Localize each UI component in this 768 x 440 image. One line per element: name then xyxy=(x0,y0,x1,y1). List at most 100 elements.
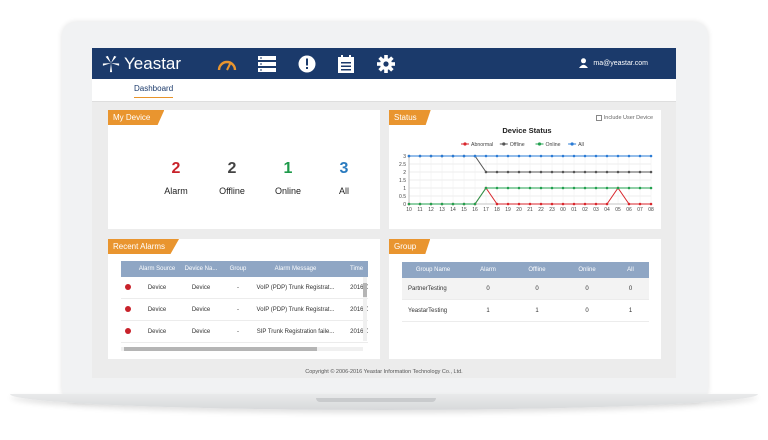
legend-item-offline[interactable]: Offline xyxy=(499,142,525,148)
data-point[interactable] xyxy=(583,154,587,158)
data-point[interactable] xyxy=(418,154,422,158)
column-header[interactable]: Device Na... xyxy=(179,261,223,277)
data-point[interactable] xyxy=(561,186,565,190)
data-point[interactable] xyxy=(440,154,444,158)
data-point[interactable] xyxy=(462,202,466,206)
stat-all[interactable]: 3 All xyxy=(319,160,369,196)
data-point[interactable] xyxy=(583,186,587,190)
legend-item-online[interactable]: Online xyxy=(535,142,561,148)
column-header[interactable]: Alarm Source xyxy=(135,261,179,277)
data-point[interactable] xyxy=(572,170,576,174)
table-row[interactable]: Device Device - SIP Trunk Registration f… xyxy=(121,320,368,343)
data-point[interactable] xyxy=(649,170,653,174)
calendar-icon[interactable] xyxy=(336,54,356,74)
stat-alarm[interactable]: 2 Alarm xyxy=(151,160,201,196)
data-point[interactable] xyxy=(418,202,422,206)
data-point[interactable] xyxy=(638,186,642,190)
data-point[interactable] xyxy=(594,202,598,206)
horizontal-scroll-thumb[interactable] xyxy=(124,347,317,351)
server-icon[interactable] xyxy=(257,54,277,74)
vertical-scrollbar[interactable] xyxy=(363,277,367,341)
data-point[interactable] xyxy=(550,202,554,206)
yeastar-logo[interactable]: Yeastar xyxy=(102,54,181,74)
data-point[interactable] xyxy=(506,154,510,158)
data-point[interactable] xyxy=(605,170,609,174)
data-point[interactable] xyxy=(495,154,499,158)
data-point[interactable] xyxy=(473,202,477,206)
column-header[interactable]: Alarm xyxy=(464,262,512,278)
column-header[interactable]: Group Name xyxy=(402,262,464,278)
data-point[interactable] xyxy=(539,202,543,206)
data-point[interactable] xyxy=(550,154,554,158)
data-point[interactable] xyxy=(649,202,653,206)
data-point[interactable] xyxy=(484,170,488,174)
data-point[interactable] xyxy=(517,186,521,190)
horizontal-scrollbar[interactable] xyxy=(121,347,363,351)
data-point[interactable] xyxy=(616,186,620,190)
data-point[interactable] xyxy=(539,170,543,174)
data-point[interactable] xyxy=(605,154,609,158)
data-point[interactable] xyxy=(594,186,598,190)
table-row[interactable]: YeastarTesting 1 1 0 1 xyxy=(402,299,649,322)
data-point[interactable] xyxy=(451,202,455,206)
data-point[interactable] xyxy=(495,186,499,190)
column-header[interactable]: Time xyxy=(338,261,368,277)
data-point[interactable] xyxy=(627,154,631,158)
data-point[interactable] xyxy=(616,154,620,158)
data-point[interactable] xyxy=(484,154,488,158)
data-point[interactable] xyxy=(572,154,576,158)
data-point[interactable] xyxy=(495,202,499,206)
column-header[interactable]: Group xyxy=(223,261,253,277)
column-header[interactable]: Offline xyxy=(512,262,562,278)
data-point[interactable] xyxy=(627,186,631,190)
data-point[interactable] xyxy=(638,170,642,174)
data-point[interactable] xyxy=(616,170,620,174)
data-point[interactable] xyxy=(473,154,477,158)
data-point[interactable] xyxy=(605,186,609,190)
data-point[interactable] xyxy=(495,170,499,174)
data-point[interactable] xyxy=(517,154,521,158)
data-point[interactable] xyxy=(440,202,444,206)
data-point[interactable] xyxy=(561,202,565,206)
data-point[interactable] xyxy=(594,170,598,174)
data-point[interactable] xyxy=(627,202,631,206)
legend-item-all[interactable]: All xyxy=(568,142,584,148)
stat-offline[interactable]: 2 Offline xyxy=(207,160,257,196)
data-point[interactable] xyxy=(517,170,521,174)
data-point[interactable] xyxy=(572,186,576,190)
data-point[interactable] xyxy=(429,202,433,206)
table-row[interactable]: Device Device - VoIP (PDP) Trunk Registr… xyxy=(121,298,368,321)
table-row[interactable]: PartnerTesting 0 0 0 0 xyxy=(402,278,649,300)
data-point[interactable] xyxy=(539,186,543,190)
data-point[interactable] xyxy=(572,202,576,206)
data-point[interactable] xyxy=(649,186,653,190)
data-point[interactable] xyxy=(517,202,521,206)
tab-dashboard[interactable]: Dashboard xyxy=(134,84,174,98)
data-point[interactable] xyxy=(550,186,554,190)
gear-icon[interactable] xyxy=(376,54,396,74)
data-point[interactable] xyxy=(506,202,510,206)
data-point[interactable] xyxy=(561,154,565,158)
data-point[interactable] xyxy=(627,170,631,174)
data-point[interactable] xyxy=(407,202,411,206)
vertical-scroll-thumb[interactable] xyxy=(363,283,367,297)
table-row[interactable]: Device Device - VoIP (PDP) Trunk Registr… xyxy=(121,277,368,299)
data-point[interactable] xyxy=(506,170,510,174)
user-menu[interactable]: ma@yeastar.com xyxy=(579,58,648,68)
dashboard-gauge-icon[interactable] xyxy=(217,54,237,74)
data-point[interactable] xyxy=(539,154,543,158)
column-header[interactable]: All xyxy=(612,262,649,278)
data-point[interactable] xyxy=(649,154,653,158)
alert-icon[interactable] xyxy=(297,54,317,74)
data-point[interactable] xyxy=(528,154,532,158)
column-header[interactable]: Online xyxy=(562,262,612,278)
data-point[interactable] xyxy=(528,170,532,174)
legend-item-abnormal[interactable]: Abnormal xyxy=(461,142,493,148)
column-header[interactable]: Alarm Message xyxy=(253,261,338,277)
data-point[interactable] xyxy=(561,170,565,174)
data-point[interactable] xyxy=(528,202,532,206)
data-point[interactable] xyxy=(583,202,587,206)
data-point[interactable] xyxy=(429,154,433,158)
data-point[interactable] xyxy=(583,170,587,174)
data-point[interactable] xyxy=(462,154,466,158)
